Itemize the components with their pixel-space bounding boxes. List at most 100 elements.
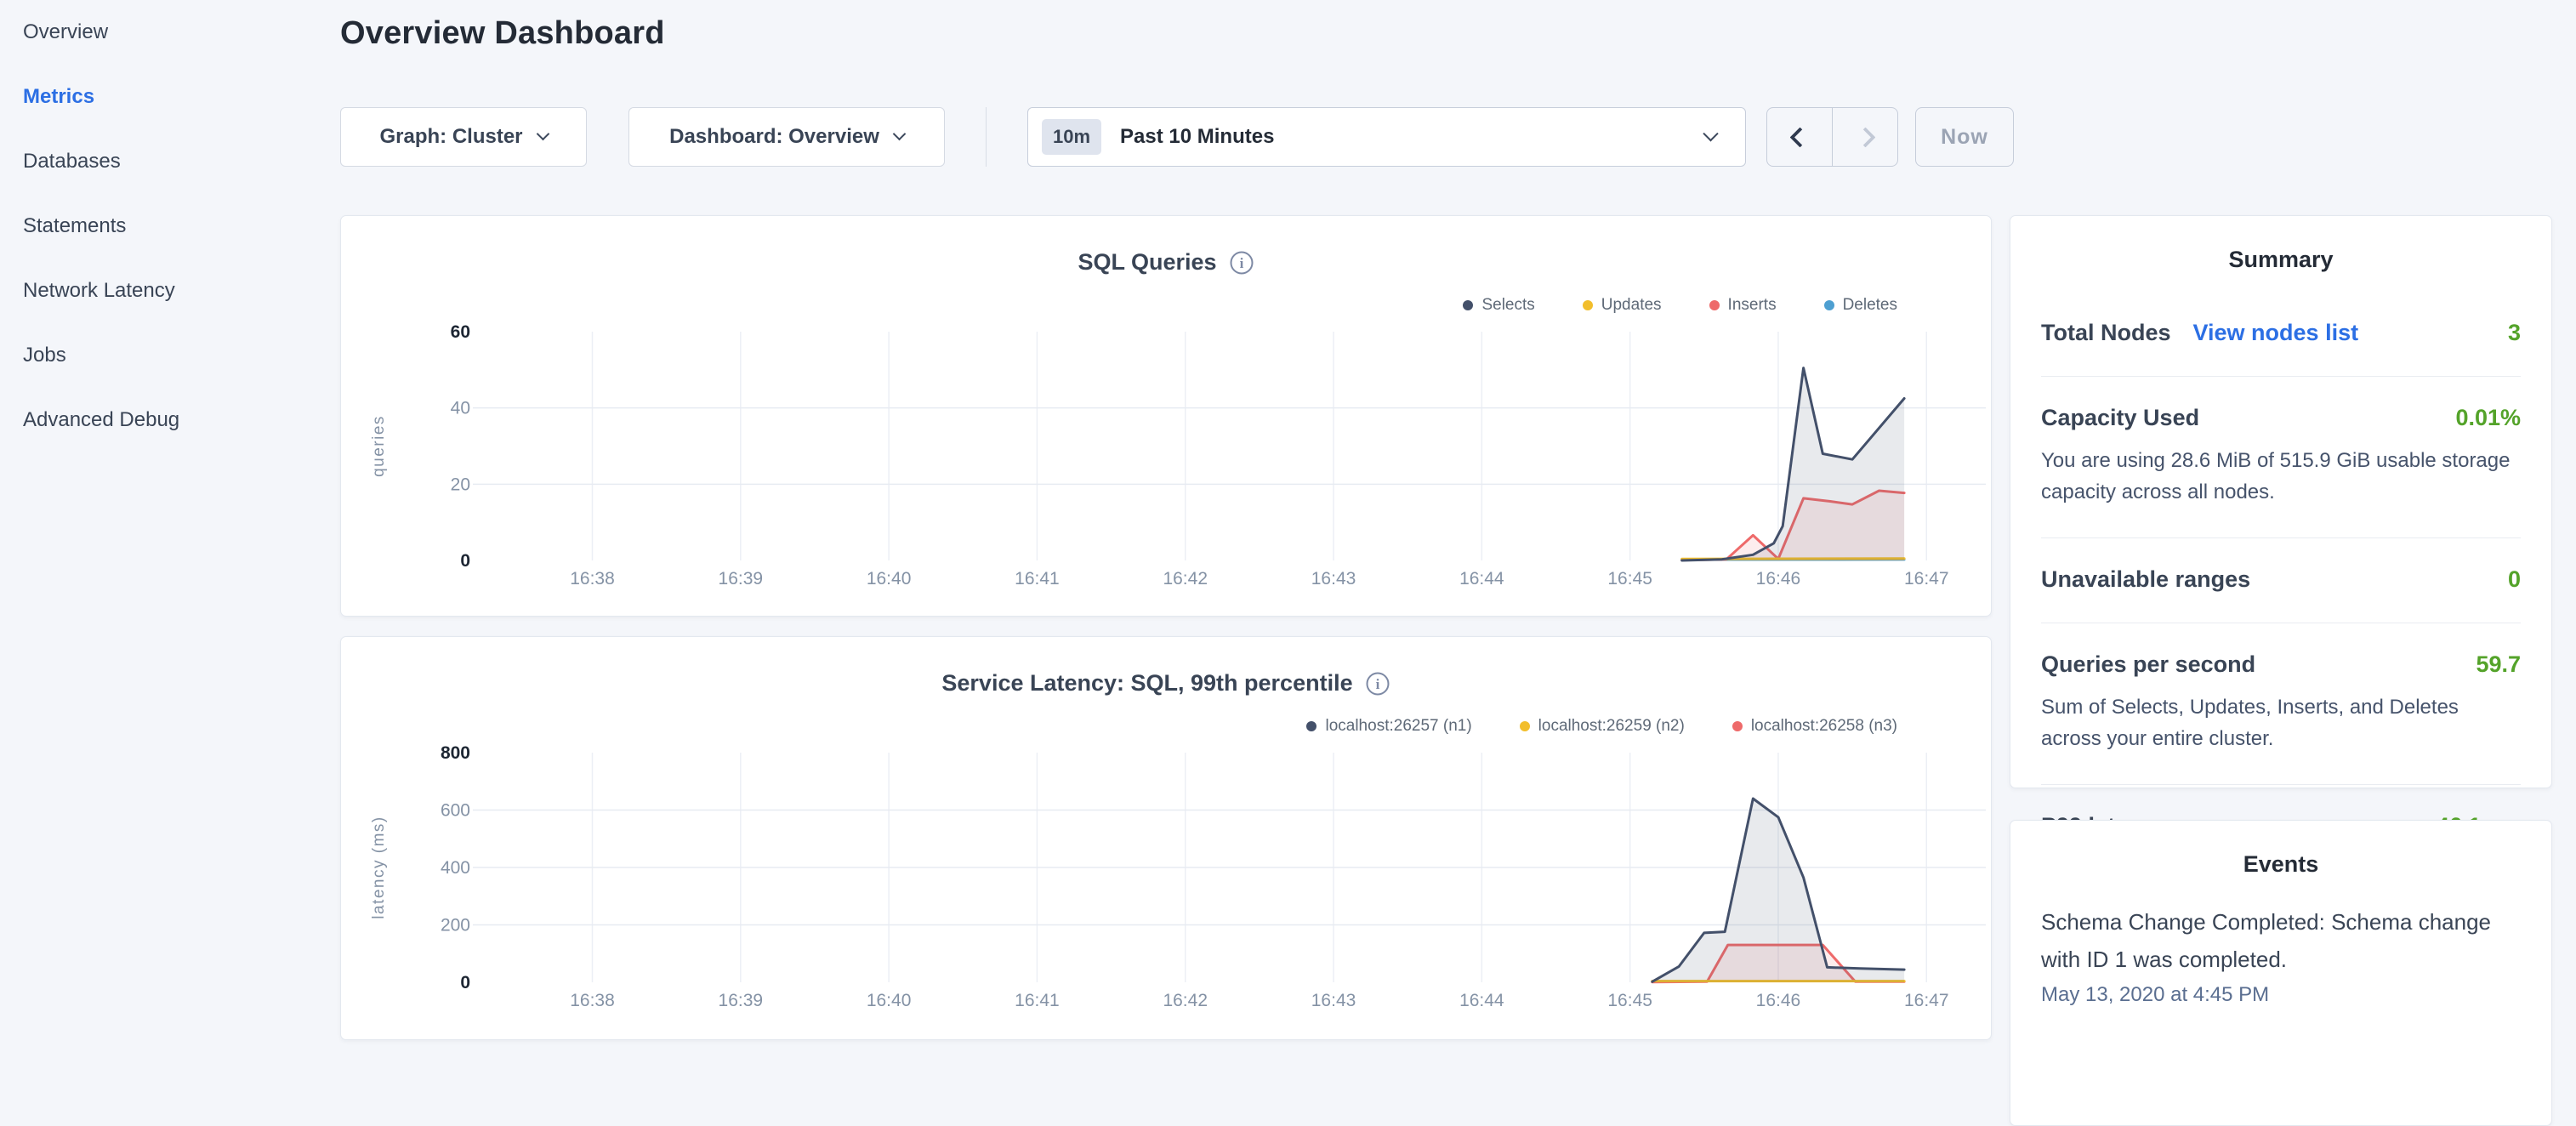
svg-text:16:45: 16:45 [1607, 569, 1652, 589]
chart-title: SQL Queries [1078, 249, 1216, 276]
view-nodes-list-link[interactable]: View nodes list [2193, 320, 2359, 346]
chart-legend: Selects Updates Inserts Deletes [1463, 296, 1897, 315]
sidebar-item-databases[interactable]: Databases [0, 148, 332, 175]
sidebar-item-metrics[interactable]: Metrics [0, 83, 332, 111]
event-list-item[interactable]: Schema Change Completed: Schema change w… [2041, 903, 2521, 1007]
legend-item: localhost:26258 (n3) [1732, 717, 1897, 736]
time-nav-group [1766, 107, 1898, 167]
summary-subtext: Sum of Selects, Updates, Inserts, and De… [2041, 691, 2521, 754]
svg-text:16:39: 16:39 [719, 569, 764, 589]
svg-text:16:44: 16:44 [1459, 569, 1504, 589]
svg-text:60: 60 [451, 324, 470, 342]
summary-value: 59.7 [2476, 651, 2521, 678]
sidebar-item-advanced-debug[interactable]: Advanced Debug [0, 407, 332, 434]
chevron-right-icon [1855, 127, 1875, 147]
summary-row-unavailable-ranges: Unavailable ranges 0 [2041, 538, 2521, 623]
chevron-down-icon [893, 127, 907, 140]
info-icon[interactable]: i [1365, 671, 1390, 697]
latency-plot[interactable]: 020040060080016:3816:3916:4016:4116:4216… [367, 745, 1993, 1015]
legend-dot-icon [1520, 721, 1530, 731]
sidebar-item-network-latency[interactable]: Network Latency [0, 277, 332, 304]
summary-label: Capacity Used [2041, 405, 2199, 431]
svg-text:16:42: 16:42 [1163, 569, 1208, 589]
legend-item: Selects [1463, 296, 1534, 315]
svg-text:20: 20 [451, 475, 470, 494]
svg-text:16:40: 16:40 [867, 569, 912, 589]
svg-text:16:41: 16:41 [1015, 569, 1060, 589]
info-icon[interactable]: i [1229, 250, 1254, 276]
summary-panel: Summary Total Nodes View nodes list 3 Ca… [2010, 215, 2552, 788]
summary-value: 0.01% [2455, 405, 2521, 431]
legend-item: localhost:26259 (n2) [1520, 717, 1685, 736]
svg-text:16:44: 16:44 [1459, 991, 1504, 1010]
dashboard-dropdown-label: Dashboard: Overview [669, 125, 879, 149]
page-title: Overview Dashboard [340, 15, 665, 52]
svg-text:16:45: 16:45 [1607, 991, 1652, 1010]
toolbar-divider [986, 107, 987, 167]
legend-dot-icon [1732, 721, 1743, 731]
svg-text:16:38: 16:38 [570, 569, 615, 589]
svg-text:400: 400 [441, 858, 470, 878]
svg-text:16:40: 16:40 [867, 991, 912, 1010]
summary-heading: Summary [2041, 216, 2521, 273]
legend-item: Deletes [1824, 296, 1897, 315]
summary-label: Queries per second [2041, 651, 2255, 678]
legend-dot-icon [1583, 300, 1593, 310]
chevron-down-icon [1703, 126, 1718, 141]
service-latency-chart-card: Service Latency: SQL, 99th percentile i … [340, 636, 1992, 1040]
events-heading: Events [2041, 821, 2521, 878]
svg-text:800: 800 [441, 745, 470, 763]
now-button[interactable]: Now [1915, 107, 2014, 167]
svg-text:16:43: 16:43 [1311, 569, 1356, 589]
sql-queries-chart-card: SQL Queries i Selects Updates Inserts Delet… [340, 215, 1992, 617]
summary-value: 3 [2508, 320, 2521, 346]
toolbar: Graph: Cluster Dashboard: Overview 10m P… [340, 107, 2014, 167]
time-window-label: Past 10 Minutes [1120, 125, 1274, 149]
svg-text:16:39: 16:39 [719, 991, 764, 1010]
svg-text:200: 200 [441, 916, 470, 935]
legend-item: Inserts [1709, 296, 1777, 315]
chevron-left-icon [1789, 127, 1810, 147]
legend-dot-icon [1824, 300, 1834, 310]
summary-row-capacity-used: Capacity Used 0.01% You are using 28.6 M… [2041, 377, 2521, 538]
events-panel: Events Schema Change Completed: Schema c… [2010, 820, 2552, 1126]
time-window-selector[interactable]: 10m Past 10 Minutes [1027, 107, 1746, 167]
summary-row-total-nodes: Total Nodes View nodes list 3 [2041, 292, 2521, 377]
summary-row-queries-per-second: Queries per second 59.7 Sum of Selects, … [2041, 623, 2521, 785]
svg-text:16:47: 16:47 [1904, 991, 1949, 1010]
sidebar: Overview Metrics Databases Statements Ne… [0, 0, 332, 1051]
time-prev-button[interactable] [1767, 108, 1833, 166]
svg-text:16:46: 16:46 [1756, 569, 1801, 589]
svg-text:16:41: 16:41 [1015, 991, 1060, 1010]
graph-dropdown[interactable]: Graph: Cluster [340, 107, 587, 167]
app-root: Overview Metrics Databases Statements Ne… [0, 0, 2576, 1051]
chevron-down-icon [536, 127, 549, 140]
event-text: Schema Change Completed: Schema change w… [2041, 903, 2521, 978]
summary-label: Unavailable ranges [2041, 566, 2250, 593]
sidebar-item-overview[interactable]: Overview [0, 19, 332, 46]
sql-queries-plot[interactable]: 0 20 40 60 16:38 16:39 16:40 16:41 16:42 16:43 16:… [367, 324, 1993, 594]
svg-text:0: 0 [460, 551, 470, 571]
graph-dropdown-label: Graph: Cluster [379, 125, 522, 149]
summary-label: Total Nodes [2041, 320, 2171, 346]
summary-subtext: You are using 28.6 MiB of 515.9 GiB usab… [2041, 445, 2521, 508]
event-timestamp: May 13, 2020 at 4:45 PM [2041, 983, 2521, 1007]
svg-text:40: 40 [451, 399, 470, 418]
svg-text:16:38: 16:38 [570, 991, 615, 1010]
sidebar-item-jobs[interactable]: Jobs [0, 342, 332, 369]
dashboard-dropdown[interactable]: Dashboard: Overview [628, 107, 945, 167]
legend-dot-icon [1463, 300, 1473, 310]
svg-text:16:46: 16:46 [1756, 991, 1801, 1010]
summary-value: 0 [2508, 566, 2521, 593]
sidebar-item-statements[interactable]: Statements [0, 213, 332, 240]
svg-text:16:43: 16:43 [1311, 991, 1356, 1010]
svg-text:i: i [1239, 255, 1243, 271]
legend-dot-icon [1709, 300, 1720, 310]
svg-text:16:47: 16:47 [1904, 569, 1949, 589]
time-next-button[interactable] [1833, 108, 1897, 166]
svg-text:16:42: 16:42 [1163, 991, 1208, 1010]
svg-text:queries: queries [370, 415, 388, 477]
chart-title: Service Latency: SQL, 99th percentile [941, 670, 1352, 697]
legend-item: Updates [1583, 296, 1662, 315]
svg-text:0: 0 [460, 973, 470, 992]
